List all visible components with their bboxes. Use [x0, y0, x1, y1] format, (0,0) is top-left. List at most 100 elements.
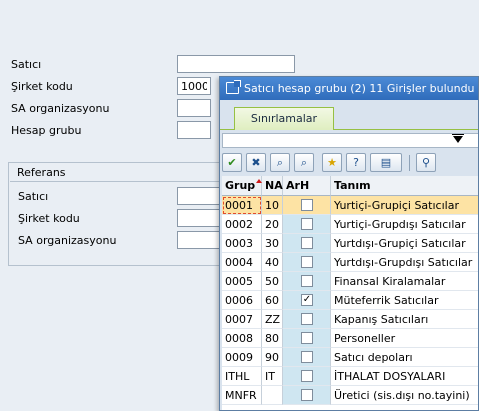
ref-label-sirket-kodu: Şirket kodu — [18, 212, 80, 225]
find-icon[interactable]: ⌕ — [270, 153, 290, 172]
cell-arh — [283, 386, 331, 405]
archive-checkbox[interactable] — [301, 275, 313, 287]
cell-tanim[interactable]: Yurtiçi-Grupdışı Satıcılar — [331, 215, 478, 234]
restrictions-toggle-bar[interactable] — [222, 133, 478, 148]
cell-arh — [283, 234, 331, 253]
cell-grup[interactable]: ITHL — [222, 367, 262, 386]
cell-tanim[interactable]: İTHALAT DOSYALARI — [331, 367, 478, 386]
table-row[interactable]: 0002 20 Yurtiçi-Grupdışı Satıcılar — [222, 215, 478, 234]
archive-checkbox[interactable] — [301, 199, 313, 211]
table-row[interactable]: 0003 30 Yurtdışı-Grupiçi Satıcılar — [222, 234, 478, 253]
satici-input[interactable] — [177, 55, 295, 73]
cell-na[interactable]: 80 — [262, 329, 283, 348]
cell-na[interactable]: 90 — [262, 348, 283, 367]
cell-grup[interactable]: 0005 — [222, 272, 262, 291]
field-label-sa-organizasyonu: SA organizasyonu — [11, 102, 110, 115]
hesap-grubu-input[interactable] — [177, 121, 211, 139]
table-row[interactable]: 0006 60 ✓ Müteferrik Satıcılar — [222, 291, 478, 310]
table-row[interactable]: 0009 90 Satıcı depoları — [222, 348, 478, 367]
ref-sa-organizasyonu-input[interactable] — [177, 231, 222, 249]
cell-tanim[interactable]: Satıcı depoları — [331, 348, 478, 367]
favorites-icon[interactable]: ★ — [322, 153, 342, 172]
popup-toolbar: ✔ ✖ ⌕ ⌕ ★ ? ▤ ⚲ — [222, 151, 478, 173]
sa-organizasyonu-input[interactable] — [177, 99, 211, 117]
field-label-hesap-grubu: Hesap grubu — [11, 124, 82, 137]
cell-na[interactable]: IT — [262, 367, 283, 386]
table-row[interactable]: 0007 ZZ Kapanış Satıcıları — [222, 310, 478, 329]
column-header-grup[interactable]: Grup — [222, 176, 262, 196]
archive-checkbox[interactable] — [301, 313, 313, 325]
cell-tanim[interactable]: Kapanış Satıcıları — [331, 310, 478, 329]
checkmark-icon[interactable]: ✔ — [222, 153, 242, 172]
cell-na[interactable]: 30 — [262, 234, 283, 253]
cell-na[interactable]: 60 — [262, 291, 283, 310]
table-row[interactable]: ITHL IT İTHALAT DOSYALARI — [222, 367, 478, 386]
cell-grup[interactable]: 0007 — [222, 310, 262, 329]
ref-satici-input[interactable] — [177, 187, 222, 205]
cell-arh — [283, 215, 331, 234]
cell-na[interactable] — [262, 386, 283, 405]
archive-checkbox[interactable] — [301, 351, 313, 363]
cell-na[interactable]: 20 — [262, 215, 283, 234]
cell-grup[interactable]: MNFR — [222, 386, 262, 405]
cell-tanim[interactable]: Yurtdışı-Grupiçi Satıcılar — [331, 234, 478, 253]
cell-tanim[interactable]: Müteferrik Satıcılar — [331, 291, 478, 310]
print-icon[interactable]: ▤ — [370, 153, 402, 172]
window-icon — [226, 80, 241, 94]
cell-grup[interactable]: 0002 — [222, 215, 262, 234]
archive-checkbox[interactable]: ✓ — [301, 294, 313, 306]
ref-sirket-kodu-input[interactable] — [177, 209, 222, 227]
cell-na[interactable]: 50 — [262, 272, 283, 291]
cell-na[interactable]: 40 — [262, 253, 283, 272]
table-row[interactable]: MNFR Üretici (sis.dışı no.tayini) — [222, 386, 478, 405]
cell-tanim[interactable]: Personeller — [331, 329, 478, 348]
cell-grup[interactable]: 0006 — [222, 291, 262, 310]
field-label-satici: Satıcı — [11, 58, 42, 71]
field-label-sirket-kodu: Şirket kodu — [11, 80, 73, 93]
column-header-tanim[interactable]: Tanım — [331, 176, 478, 196]
table-row[interactable]: 0001 10 Yurtiçi-Grupiçi Satıcılar — [222, 196, 478, 215]
ref-label-sa-organizasyonu: SA organizasyonu — [18, 234, 117, 247]
archive-checkbox[interactable] — [301, 389, 313, 401]
cell-tanim[interactable]: Üretici (sis.dışı no.tayini) — [331, 386, 478, 405]
collapse-triangle-icon[interactable] — [452, 134, 464, 143]
value-help-popup: Satıcı hesap grubu (2) 11 Girişler bulun… — [219, 76, 479, 411]
cell-grup[interactable]: 0001 — [222, 196, 262, 215]
column-header-arh[interactable]: ArH — [283, 176, 331, 196]
cell-na[interactable]: ZZ — [262, 310, 283, 329]
cell-arh — [283, 253, 331, 272]
cell-arh — [283, 196, 331, 215]
cell-tanim[interactable]: Finansal Kiralamalar — [331, 272, 478, 291]
cell-arh — [283, 329, 331, 348]
cell-grup[interactable]: 0008 — [222, 329, 262, 348]
cell-grup[interactable]: 0004 — [222, 253, 262, 272]
tab-strip: Sınırlamalar — [220, 100, 478, 130]
archive-checkbox[interactable] — [301, 332, 313, 344]
find-next-icon[interactable]: ⌕ — [294, 153, 314, 172]
popup-title-bar[interactable]: Satıcı hesap grubu (2) 11 Girişler bulun… — [220, 77, 478, 100]
table-row[interactable]: 0008 80 Personeller — [222, 329, 478, 348]
cell-arh — [283, 367, 331, 386]
tab-sinirlamalar[interactable]: Sınırlamalar — [234, 107, 334, 130]
ref-label-satici: Satıcı — [18, 190, 49, 203]
archive-checkbox[interactable] — [301, 370, 313, 382]
pin-icon[interactable]: ⚲ — [416, 153, 436, 172]
cell-tanim[interactable]: Yurtdışı-Grupdışı Satıcılar — [331, 253, 478, 272]
sirket-kodu-input[interactable] — [177, 77, 211, 95]
column-header-grup-label: Grup — [225, 179, 256, 192]
cell-grup[interactable]: 0009 — [222, 348, 262, 367]
table-row[interactable]: 0005 50 Finansal Kiralamalar — [222, 272, 478, 291]
cell-grup[interactable]: 0003 — [222, 234, 262, 253]
info-icon[interactable]: ? — [346, 153, 366, 172]
archive-checkbox[interactable] — [301, 237, 313, 249]
referans-group-title: Referans — [10, 165, 222, 182]
cell-tanim[interactable]: Yurtiçi-Grupiçi Satıcılar — [331, 196, 478, 215]
column-header-na[interactable]: NA — [262, 176, 283, 196]
table-row[interactable]: 0004 40 Yurtdışı-Grupdışı Satıcılar — [222, 253, 478, 272]
archive-checkbox[interactable] — [301, 256, 313, 268]
cell-arh — [283, 272, 331, 291]
archive-checkbox[interactable] — [301, 218, 313, 230]
cell-na[interactable]: 10 — [262, 196, 283, 215]
cell-arh: ✓ — [283, 291, 331, 310]
cancel-icon[interactable]: ✖ — [246, 153, 266, 172]
